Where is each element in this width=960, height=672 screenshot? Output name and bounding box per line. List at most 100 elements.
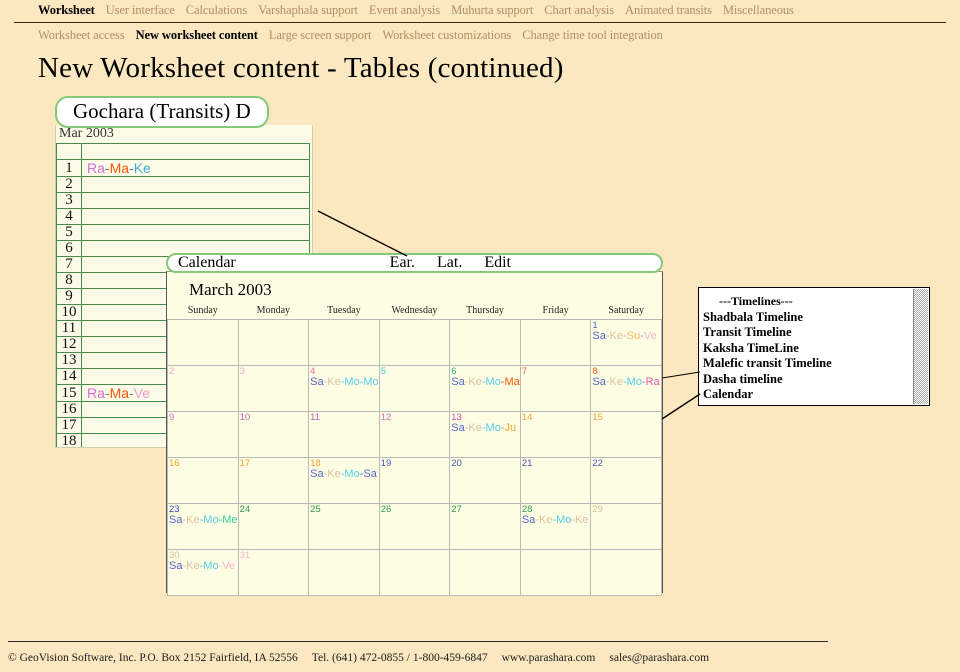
calendar-transit-token: Su (626, 330, 641, 342)
calendar-week-row: 23 Sa-Ke-Mo-Me 24 25 26 27 28 Sa-Ke-Mo-Ke 29 (167, 503, 662, 550)
gochara-row[interactable]: 2 (56, 176, 310, 193)
calendar-day-cell[interactable]: 8 Sa-Ke-Mo-Ra (590, 365, 662, 412)
gochara-row[interactable]: 4 (56, 208, 310, 225)
calendar-day-cell[interactable]: 15 (590, 411, 662, 458)
nav-item-primary-5[interactable]: Muhurta support (451, 3, 533, 18)
calendar-day-cell[interactable]: 9 (167, 411, 239, 458)
calendar-day-cell[interactable]: 1 Sa-Ke-Su-Ve (590, 319, 662, 366)
calendar-day-cell[interactable]: 12 (378, 411, 451, 458)
nav-item-primary-2[interactable]: Calculations (186, 3, 247, 18)
timelines-list-item-0[interactable]: Shadbala Timeline (703, 310, 929, 326)
calendar-day-cell[interactable]: 28 Sa-Ke-Mo-Ke (519, 503, 592, 550)
calendar-day-transits: Sa-Ke-Mo-Ra (592, 377, 661, 388)
nav-item-secondary-1[interactable]: New worksheet content (136, 28, 258, 43)
calendar-transit-token: Ke (186, 514, 200, 526)
nav-item-primary-0[interactable]: Worksheet (38, 3, 95, 18)
calendar-day-number: 26 (380, 504, 392, 515)
connector-line-gochara-to-calendar (317, 210, 408, 257)
calendar-day-cell[interactable]: 5 (378, 365, 451, 412)
calendar-titlebar[interactable]: Calendar Ear. Lat. Edit (166, 253, 663, 273)
calendar-transit-token: Sa (451, 376, 465, 388)
calendar-day-cell[interactable] (378, 549, 451, 596)
calendar-day-cell[interactable] (449, 549, 521, 596)
calendar-day-cell[interactable] (237, 319, 310, 366)
footer-segment-3[interactable]: sales@parashara.com (609, 652, 709, 664)
calendar-day-cell[interactable] (308, 319, 380, 366)
calendar-day-cell[interactable]: 20 (449, 457, 521, 504)
calendar-day-cell[interactable]: 25 (308, 503, 380, 550)
gochara-row[interactable]: 5 (56, 224, 310, 241)
gochara-row-content (81, 192, 310, 209)
gochara-row[interactable]: 1 Ra-Ma-Ke (56, 159, 310, 177)
nav-row-secondary: Worksheet access New worksheet content Lar… (0, 26, 960, 45)
calendar-day-cell[interactable]: 16 (167, 457, 239, 504)
gochara-row[interactable]: 3 (56, 192, 310, 209)
calendar-day-cell[interactable] (449, 319, 521, 366)
timelines-scrollbar[interactable] (913, 289, 928, 404)
calendar-day-cell[interactable]: 3 (237, 365, 310, 412)
nav-item-secondary-2[interactable]: Large screen support (269, 28, 372, 43)
nav-item-secondary-3[interactable]: Worksheet customizations (382, 28, 511, 43)
calendar-day-cell[interactable]: 23 Sa-Ke-Mo-Me (167, 503, 239, 550)
calendar-action-2[interactable]: Edit (484, 254, 511, 272)
calendar-transit-token: Mo (485, 376, 501, 388)
footer-segment-2[interactable]: www.parashara.com (502, 652, 596, 664)
calendar-day-cell[interactable] (378, 319, 451, 366)
calendar-day-cell[interactable] (590, 549, 662, 596)
calendar-day-cell[interactable] (519, 549, 592, 596)
calendar-day-cell[interactable]: 10 (237, 411, 310, 458)
calendar-day-number: 20 (451, 458, 462, 469)
calendar-day-cell[interactable]: 22 (590, 457, 662, 504)
calendar-day-cell[interactable]: 31 (237, 549, 310, 596)
calendar-day-number (592, 551, 661, 552)
timelines-list-item-1[interactable]: Transit Timeline (703, 325, 929, 341)
gochara-row-number: 13 (56, 352, 82, 369)
calendar-transit-token: Mo (203, 560, 219, 572)
calendar-day-cell[interactable]: 29 (590, 503, 662, 550)
gochara-title[interactable]: Gochara (Transits) D (55, 96, 269, 128)
timelines-list-panel[interactable]: ---Timelines--- Shadbala Timeline Transit … (698, 287, 930, 406)
calendar-day-number: 19 (380, 458, 392, 469)
calendar-day-cell[interactable]: 21 (519, 457, 592, 504)
nav-item-primary-7[interactable]: Animated transits (625, 3, 712, 18)
nav-item-primary-4[interactable]: Event analysis (369, 3, 440, 18)
timelines-list-item-5[interactable]: Calendar (703, 387, 929, 403)
timelines-list-item-3[interactable]: Malefic transit Timeline (703, 356, 929, 372)
calendar-action-0[interactable]: Ear. (390, 254, 415, 272)
calendar-day-cell[interactable]: 26 (378, 503, 451, 550)
calendar-day-cell[interactable]: 18 Sa-Ke-Mo-Sa (308, 457, 380, 504)
nav-item-secondary-0[interactable]: Worksheet access (38, 28, 125, 43)
nav-item-primary-6[interactable]: Chart analysis (544, 3, 614, 18)
calendar-day-cell[interactable]: 14 (519, 411, 592, 458)
timelines-list-item-4[interactable]: Dasha timeline (703, 372, 929, 388)
calendar-day-cell[interactable]: 11 (308, 411, 380, 458)
calendar-day-transits: Sa-Ke-Mo-Ma (451, 376, 519, 388)
calendar-day-cell[interactable]: 30 Sa-Ke-Mo-Ve (167, 549, 239, 596)
calendar-weekday-header: Sunday Monday Tuesday Wednesday Thursday Frid… (168, 305, 662, 320)
nav-item-secondary-4[interactable]: Change time tool integration (522, 28, 663, 43)
calendar-day-number: 16 (169, 458, 180, 469)
calendar-day-cell[interactable] (167, 319, 239, 366)
calendar-day-cell[interactable]: 2 (167, 365, 239, 412)
nav-item-primary-1[interactable]: User interface (106, 3, 175, 18)
nav-item-primary-3[interactable]: Varshaphala support (258, 3, 358, 18)
calendar-day-cell[interactable]: 13 Sa-Ke-Mo-Ju (449, 411, 521, 458)
calendar-day-cell[interactable]: 24 (237, 503, 310, 550)
calendar-day-number: 31 (239, 550, 251, 561)
calendar-day-cell[interactable]: 7 (519, 365, 592, 412)
calendar-day-cell[interactable]: 19 (378, 457, 451, 504)
calendar-day-cell[interactable]: 17 (237, 457, 310, 504)
timelines-list-item-2[interactable]: Kaksha TimeLine (703, 341, 929, 357)
calendar-day-number: 5 (380, 366, 386, 377)
calendar-day-number (168, 321, 237, 322)
gochara-row-number: 9 (56, 288, 82, 305)
calendar-day-cell[interactable] (308, 549, 380, 596)
calendar-day-cell[interactable]: 27 (449, 503, 521, 550)
gochara-row[interactable] (56, 143, 310, 160)
calendar-action-1[interactable]: Lat. (437, 254, 462, 272)
calendar-day-cell[interactable]: 4 Sa-Ke-Mo-Mo (308, 365, 380, 412)
calendar-weekday-3: Wednesday (391, 305, 438, 316)
nav-item-primary-8[interactable]: Miscellaneous (723, 3, 794, 18)
calendar-day-cell[interactable]: 6 Sa-Ke-Mo-Ma (449, 365, 521, 412)
calendar-day-cell[interactable] (519, 319, 592, 366)
